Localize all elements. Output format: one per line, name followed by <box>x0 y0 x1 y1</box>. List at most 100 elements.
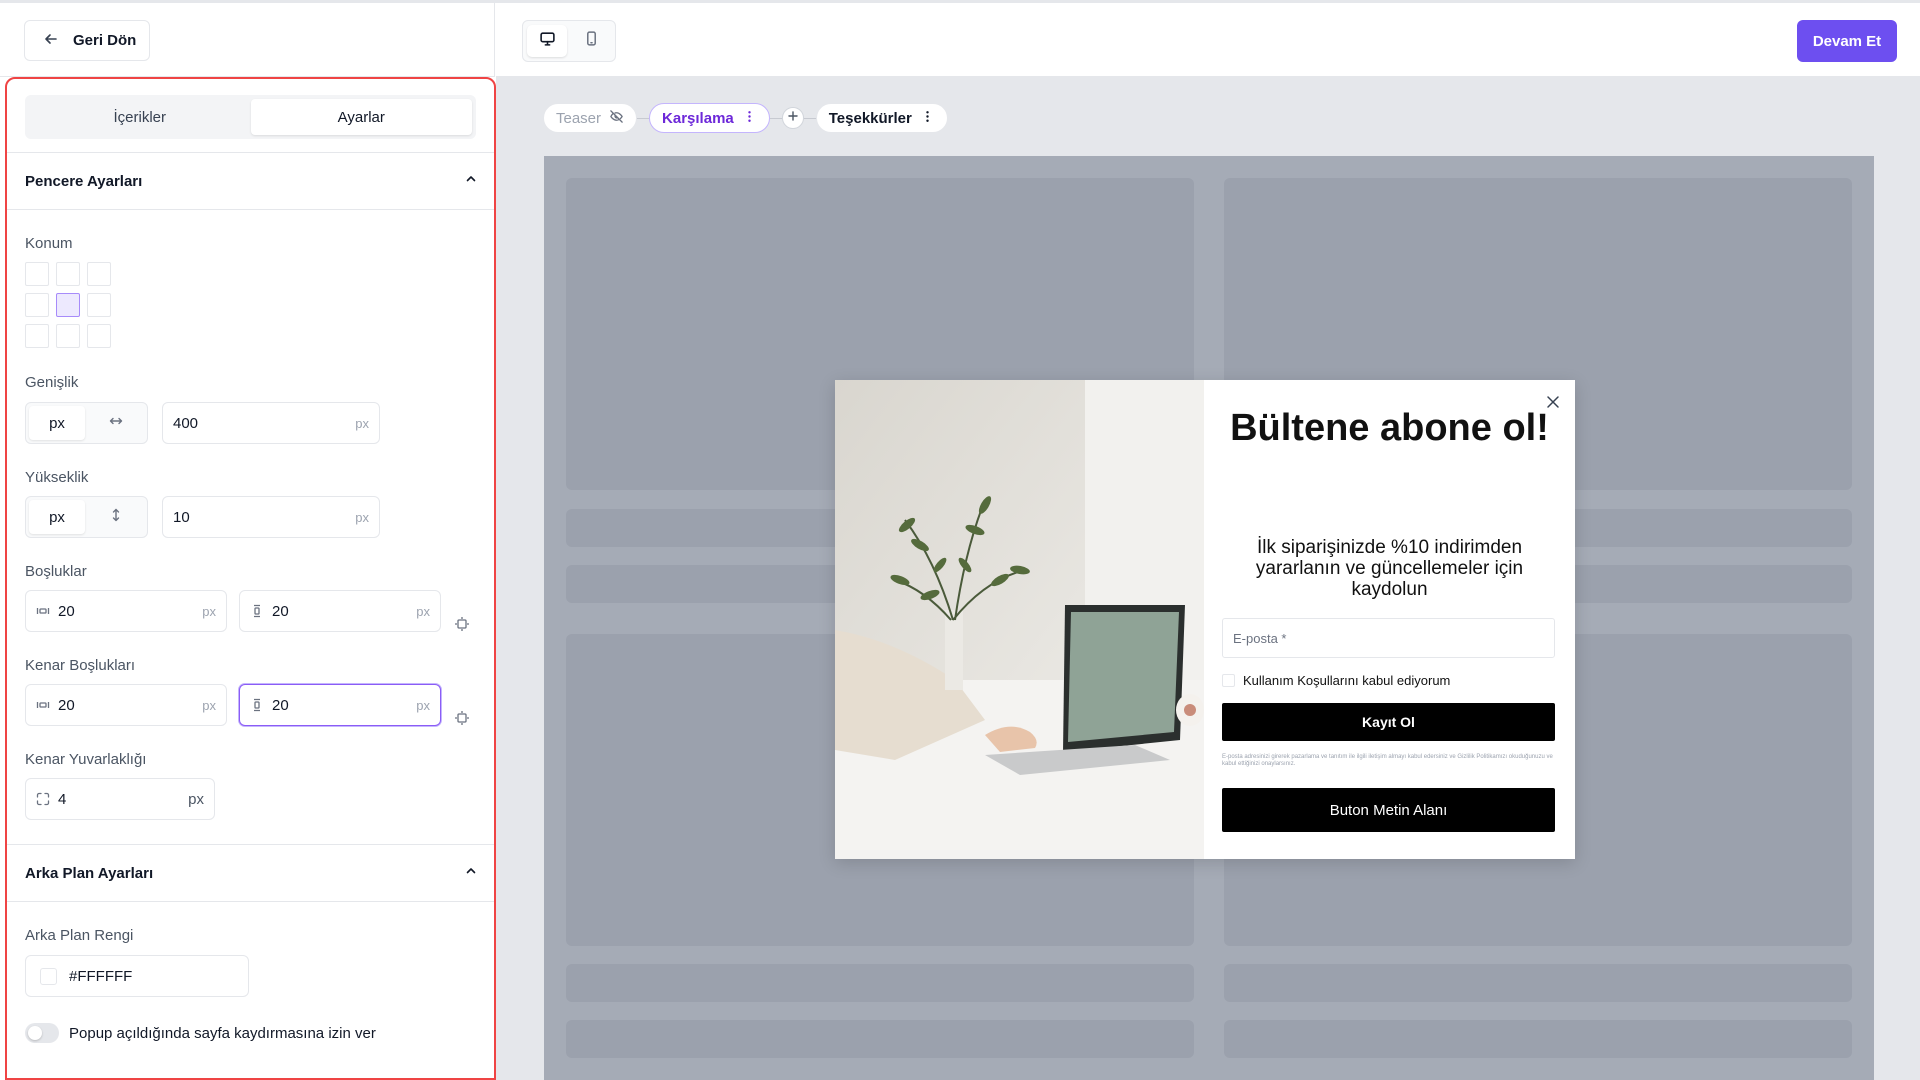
background-settings-header[interactable]: Arka Plan Ayarları <box>7 844 494 902</box>
width-input[interactable]: 400 px <box>162 402 380 444</box>
width-unit: px <box>355 415 369 431</box>
step-connector <box>637 117 650 119</box>
background-color-input[interactable]: #FFFFFF <box>25 955 249 997</box>
arrow-left-icon <box>43 31 59 51</box>
margin-horizontal-unit: px <box>202 697 216 713</box>
tab-contents[interactable]: İçerikler <box>29 99 251 135</box>
back-button[interactable]: Geri Dön <box>24 20 150 61</box>
add-step-button[interactable] <box>781 107 804 129</box>
position-center[interactable] <box>56 293 80 317</box>
padding-link-icon[interactable] <box>454 616 470 632</box>
device-switcher <box>522 20 616 62</box>
margin-vertical-input[interactable]: 20 px <box>239 684 441 726</box>
step-connector <box>803 117 816 119</box>
monitor-icon <box>539 30 556 52</box>
width-label: Genişlik <box>25 374 79 391</box>
step-welcome-label: Karşılama <box>662 109 734 127</box>
app-root: Geri Dön Devam Et İçerikler Ayarlar Penc… <box>0 0 1920 1080</box>
placeholder-bar <box>1224 1020 1852 1058</box>
step-teaser[interactable]: Teaser <box>543 103 638 133</box>
margin-link-icon[interactable] <box>454 710 470 726</box>
width-unit-switch: px <box>25 402 148 444</box>
position-middle-right[interactable] <box>87 293 111 317</box>
height-auto-button[interactable] <box>88 500 144 534</box>
arrows-vertical-icon <box>109 508 123 526</box>
consent-row: Kullanım Koşullarını kabul ediyorum <box>1222 673 1450 688</box>
padding-horizontal-value: 20 <box>58 602 75 620</box>
popup-subtitle: İlk siparişinizde %10 indirimden yararla… <box>1255 537 1524 600</box>
more-vertical-icon[interactable] <box>920 109 935 128</box>
tab-settings[interactable]: Ayarlar <box>250 99 472 135</box>
back-button-label: Geri Dön <box>73 32 137 49</box>
legal-text: E-posta adresinizi girerek pazarlama ve … <box>1222 754 1553 767</box>
chevron-up-icon <box>464 864 478 882</box>
consent-checkbox[interactable] <box>1222 674 1235 687</box>
padding-horizontal-unit: px <box>202 603 216 619</box>
padding-horizontal-icon <box>36 604 50 618</box>
scroll-toggle-row: Popup açıldığında sayfa kaydırmasına izi… <box>25 1023 376 1043</box>
email-field[interactable]: E-posta * <box>1222 618 1555 658</box>
popup-content: Bültene abone ol! İlk siparişinizde %10 … <box>1204 380 1575 859</box>
margin-horizontal-value: 20 <box>58 696 75 714</box>
more-vertical-icon[interactable] <box>742 109 757 128</box>
margin-vertical-unit: px <box>416 697 430 713</box>
placeholder-bar <box>566 964 1194 1002</box>
submit-button[interactable]: Kayıt Ol <box>1222 703 1555 741</box>
margin-horizontal-icon <box>36 698 50 712</box>
eye-off-icon[interactable] <box>609 109 624 128</box>
height-unit-switch: px <box>25 496 148 538</box>
step-flow: Teaser Karşılama Teşekkürler <box>543 102 948 134</box>
background-color-label: Arka Plan Rengi <box>25 927 134 944</box>
newsletter-popup: Bültene abone ol! İlk siparişinizde %10 … <box>835 380 1575 859</box>
position-grid <box>25 262 111 348</box>
window-settings-title: Pencere Ayarları <box>25 172 143 190</box>
desktop-view-button[interactable] <box>527 25 567 57</box>
step-thanks-label: Teşekkürler <box>828 109 912 127</box>
radius-value: 4 <box>58 790 67 808</box>
step-welcome[interactable]: Karşılama <box>649 103 770 133</box>
position-top-right[interactable] <box>87 262 111 286</box>
position-top-left[interactable] <box>25 262 49 286</box>
position-bottom-center[interactable] <box>56 324 80 348</box>
continue-button[interactable]: Devam Et <box>1797 20 1897 62</box>
padding-label: Boşluklar <box>25 563 87 580</box>
secondary-button[interactable]: Buton Metin Alanı <box>1222 788 1555 832</box>
height-input[interactable]: 10 px <box>162 496 380 538</box>
smartphone-icon <box>583 30 600 52</box>
scroll-toggle[interactable] <box>25 1023 59 1043</box>
margin-vertical-value: 20 <box>272 696 289 714</box>
consent-label: Kullanım Koşullarını kabul ediyorum <box>1243 673 1451 688</box>
sidebar-tabs: İçerikler Ayarlar <box>25 95 476 139</box>
position-bottom-left[interactable] <box>25 324 49 348</box>
plus-icon <box>787 109 799 127</box>
popup-image <box>835 380 1204 859</box>
corner-radius-icon <box>36 792 50 806</box>
position-middle-left[interactable] <box>25 293 49 317</box>
radius-input[interactable]: 4 px <box>25 778 215 820</box>
step-connector <box>769 117 782 119</box>
preview-canvas: Teaser Karşılama Teşekkürler Bültene abo… <box>496 77 1920 1080</box>
mobile-view-button[interactable] <box>571 25 611 57</box>
placeholder-bar <box>566 1020 1194 1058</box>
radius-label: Kenar Yuvarlaklığı <box>25 751 147 768</box>
preview-stage: Bültene abone ol! İlk siparişinizde %10 … <box>544 156 1874 1080</box>
height-unit-px[interactable]: px <box>29 500 85 534</box>
width-value: 400 <box>173 414 199 432</box>
width-unit-px[interactable]: px <box>29 406 85 440</box>
background-settings-title: Arka Plan Ayarları <box>25 864 154 882</box>
arrows-horizontal-icon <box>109 414 123 432</box>
placeholder-bar <box>1224 964 1852 1002</box>
chevron-up-icon <box>464 172 478 190</box>
window-settings-header[interactable]: Pencere Ayarları <box>7 152 494 210</box>
color-swatch[interactable] <box>40 967 57 985</box>
step-teaser-label: Teaser <box>556 109 602 127</box>
width-auto-button[interactable] <box>88 406 144 440</box>
step-thanks[interactable]: Teşekkürler <box>815 103 948 133</box>
padding-vertical-input[interactable]: 20 px <box>239 590 441 632</box>
position-top-center[interactable] <box>56 262 80 286</box>
padding-horizontal-input[interactable]: 20 px <box>25 590 227 632</box>
padding-vertical-unit: px <box>416 603 430 619</box>
laptop-plant-illustration <box>835 380 1204 859</box>
position-bottom-right[interactable] <box>87 324 111 348</box>
margin-horizontal-input[interactable]: 20 px <box>25 684 227 726</box>
